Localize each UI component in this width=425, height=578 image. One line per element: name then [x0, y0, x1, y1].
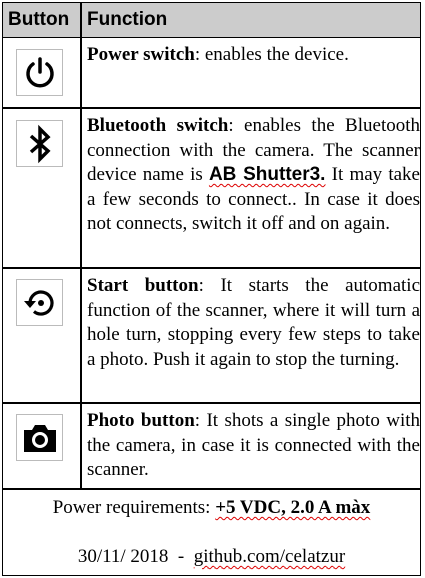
function-table: Button Function Power switch: enables th…	[2, 2, 421, 576]
row-bluetooth: Bluetooth switch: enables the Bluetooth …	[87, 114, 420, 237]
row-divider	[3, 488, 420, 490]
row-power: Power switch: enables the device.	[87, 43, 420, 68]
restart-icon	[16, 279, 63, 326]
camera-icon	[16, 414, 63, 461]
row-start: Start button: It starts the automatic fu…	[87, 274, 420, 372]
row-divider	[3, 402, 420, 404]
device-name: AB Shutter3.	[208, 164, 326, 185]
row-text: : enables the device.	[194, 44, 349, 65]
table-header: Button Function	[3, 3, 420, 38]
row-title: Start button	[87, 275, 199, 296]
header-button: Button	[8, 9, 70, 30]
power-requirements: Power requirements: +5 VDC, 2.0 A màx	[3, 497, 420, 519]
date: 30/11/ 2018 -	[77, 546, 194, 567]
power-value: +5 VDC, 2.0 A màx	[215, 497, 371, 518]
row-title: Bluetooth switch	[87, 115, 229, 136]
github-link[interactable]: github.com/celatzur	[194, 546, 345, 567]
row-divider	[3, 267, 420, 269]
row-photo: Photo button: It shots a single photo wi…	[87, 409, 420, 483]
footer-credits: 30/11/ 2018 - github.com/celatzur	[3, 546, 420, 568]
bluetooth-icon	[16, 120, 63, 167]
row-title: Power switch	[87, 44, 195, 65]
power-label: Power requirements:	[52, 497, 216, 518]
row-divider	[3, 107, 420, 109]
row-title: Photo button	[87, 410, 195, 431]
header-function: Function	[87, 9, 168, 30]
column-divider	[80, 3, 82, 488]
power-icon	[16, 49, 63, 96]
